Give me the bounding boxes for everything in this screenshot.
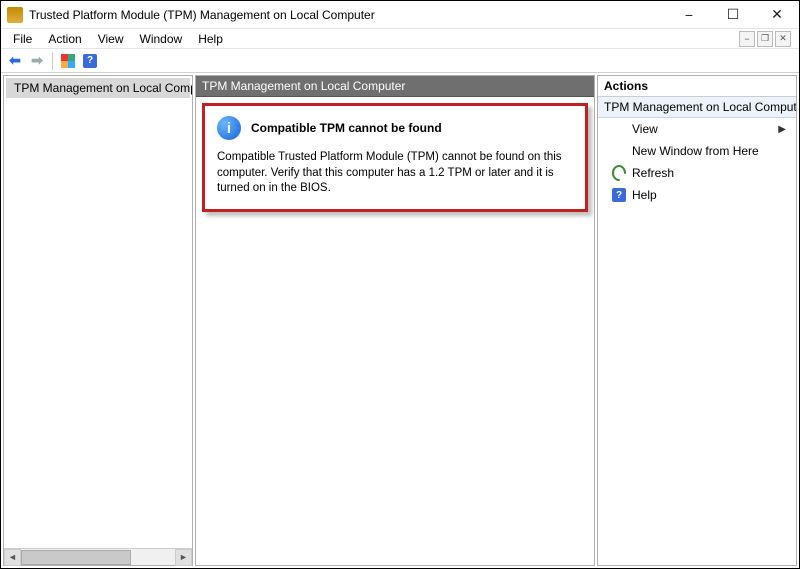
action-label: New Window from Here (632, 144, 759, 158)
mdi-restore-button[interactable]: ❐ (757, 31, 773, 47)
menu-view[interactable]: View (90, 30, 132, 48)
tree-body: TPM Management on Local Comp (4, 76, 192, 548)
tree-item-tpm[interactable]: TPM Management on Local Comp (6, 78, 190, 98)
maximize-button[interactable]: ☐ (711, 1, 755, 29)
menubar: File Action View Window Help − ❐ ✕ (1, 29, 799, 49)
back-button[interactable]: ⬅ (5, 51, 25, 71)
minimize-button[interactable]: − (667, 1, 711, 29)
toolbar: ⬅ ➡ ? (1, 49, 799, 73)
mdi-minimize-button[interactable]: − (739, 31, 755, 47)
actions-header: Actions (598, 76, 796, 97)
close-button[interactable]: ✕ (755, 1, 799, 29)
actions-section-label: TPM Management on Local Computer (604, 100, 796, 114)
app-icon (7, 7, 23, 23)
scroll-right-button[interactable]: ► (175, 549, 192, 566)
action-new-window[interactable]: New Window from Here (598, 140, 796, 162)
menu-action[interactable]: Action (40, 30, 89, 48)
action-label: View (632, 122, 658, 136)
titlebar: Trusted Platform Module (TPM) Management… (1, 1, 799, 29)
error-text: Compatible Trusted Platform Module (TPM)… (217, 150, 573, 197)
forward-button[interactable]: ➡ (27, 51, 47, 71)
action-view[interactable]: View ▶ (598, 118, 796, 140)
actions-panel: Actions TPM Management on Local Computer… (597, 75, 797, 566)
window-title: Trusted Platform Module (TPM) Management… (29, 8, 375, 22)
help-toolbar-button[interactable]: ? (80, 51, 100, 71)
action-label: Help (632, 188, 657, 202)
tree-item-label: TPM Management on Local Comp (14, 81, 192, 95)
mdi-close-button[interactable]: ✕ (775, 31, 791, 47)
center-body: i Compatible TPM cannot be found Compati… (196, 97, 594, 565)
submenu-arrow-icon: ▶ (778, 124, 786, 135)
action-label: Refresh (632, 166, 674, 180)
mdi-controls: − ❐ ✕ (739, 31, 795, 47)
client-area: TPM Management on Local Comp ◄ ► TPM Man… (1, 73, 799, 568)
help-icon: ? (83, 54, 97, 68)
show-hide-tree-button[interactable] (58, 51, 78, 71)
menu-file[interactable]: File (5, 30, 40, 48)
actions-section-header[interactable]: TPM Management on Local Computer ▲ (598, 97, 796, 118)
scroll-thumb[interactable] (21, 550, 131, 565)
menu-help[interactable]: Help (190, 30, 231, 48)
arrow-right-icon: ➡ (31, 52, 43, 69)
menu-window[interactable]: Window (132, 30, 191, 48)
arrow-left-icon: ⬅ (9, 52, 21, 69)
toolbar-separator (52, 52, 53, 70)
actions-body: View ▶ New Window from Here Refresh ? He… (598, 118, 796, 565)
action-refresh[interactable]: Refresh (598, 162, 796, 184)
scroll-left-button[interactable]: ◄ (4, 549, 21, 566)
center-header: TPM Management on Local Computer (196, 76, 594, 97)
windows-icon (61, 54, 75, 68)
tree-hscrollbar[interactable]: ◄ ► (4, 548, 192, 565)
info-icon: i (217, 116, 241, 140)
error-title: Compatible TPM cannot be found (251, 121, 442, 135)
action-help[interactable]: ? Help (598, 184, 796, 206)
center-panel: TPM Management on Local Computer i Compa… (195, 75, 595, 566)
tree-panel: TPM Management on Local Comp ◄ ► (3, 75, 193, 566)
help-icon: ? (612, 188, 626, 202)
refresh-icon (612, 166, 626, 180)
error-box: i Compatible TPM cannot be found Compati… (202, 103, 588, 212)
